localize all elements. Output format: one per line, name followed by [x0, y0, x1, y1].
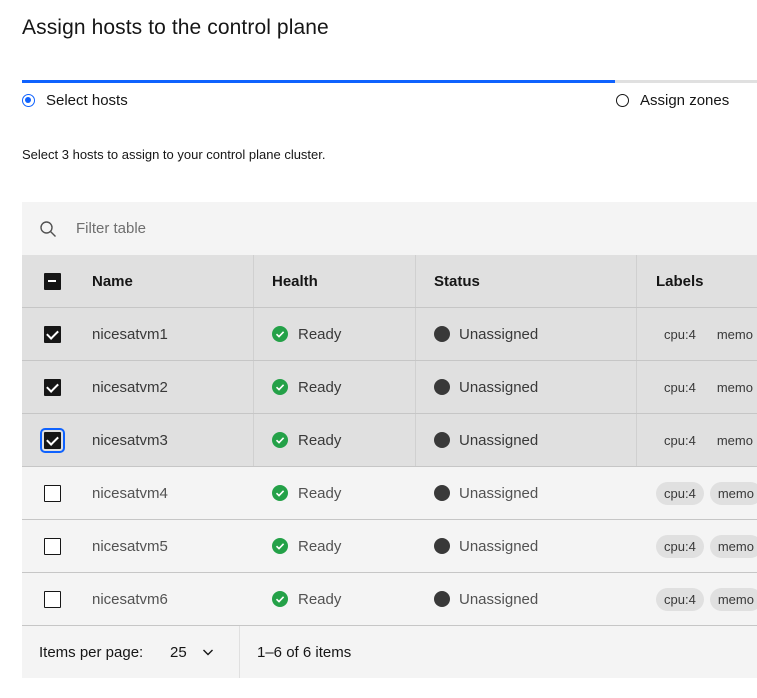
- status-dot-icon: [434, 591, 450, 607]
- health-text: Ready: [298, 325, 342, 343]
- label-tag: cpu:4: [656, 587, 704, 611]
- checkmark-filled-icon: [272, 379, 288, 395]
- checkmark-filled-icon: [272, 432, 288, 448]
- pagination-divider: [239, 626, 240, 678]
- step-assign-zones[interactable]: Assign zones: [616, 92, 729, 109]
- table-toolbar: [22, 202, 757, 255]
- table-row[interactable]: nicesatvm6 Ready Unassigned cpu:4 memo: [22, 573, 757, 626]
- label-tag: cpu:4: [664, 432, 696, 448]
- checkmark-filled-icon: [272, 591, 288, 607]
- table-row[interactable]: nicesatvm3 Ready Unassigned cpu:4 memo: [22, 414, 757, 467]
- column-header-status[interactable]: Status: [416, 255, 637, 307]
- row-checkbox[interactable]: [43, 378, 61, 396]
- table-row[interactable]: nicesatvm5 Ready Unassigned cpu:4 memo: [22, 520, 757, 573]
- status-text: Unassigned: [459, 325, 539, 343]
- status-text: Unassigned: [459, 484, 539, 502]
- search-icon: [40, 220, 56, 237]
- items-per-page-select[interactable]: 25: [170, 644, 215, 661]
- chevron-down-icon: [202, 649, 213, 656]
- label-tag: memo: [709, 534, 757, 558]
- row-checkbox[interactable]: [43, 484, 61, 502]
- status-text: Unassigned: [459, 431, 539, 449]
- items-per-page-label: Items per page:: [39, 643, 144, 661]
- step-label: Assign zones: [640, 92, 730, 109]
- select-all-checkbox[interactable]: [43, 272, 61, 290]
- label-tag: cpu:4: [664, 326, 696, 342]
- status-dot-icon: [434, 379, 450, 395]
- progress-fill: [22, 80, 615, 83]
- page-title: Assign hosts to the control plane: [22, 16, 329, 39]
- row-checkbox[interactable]: [39, 427, 65, 453]
- health-text: Ready: [298, 537, 342, 555]
- status-dot-icon: [434, 538, 450, 554]
- host-name: nicesatvm2: [82, 361, 254, 413]
- row-checkbox[interactable]: [43, 590, 61, 608]
- table-row[interactable]: nicesatvm2 Ready Unassigned cpu:4 memo: [22, 361, 757, 414]
- label-tag: cpu:4: [664, 379, 696, 395]
- step-current-icon: [22, 94, 35, 107]
- status-dot-icon: [434, 326, 450, 342]
- host-name: nicesatvm5: [92, 537, 168, 555]
- filter-table-input[interactable]: [74, 219, 478, 238]
- row-checkbox[interactable]: [43, 537, 61, 555]
- checkmark-filled-icon: [272, 485, 288, 501]
- health-text: Ready: [298, 484, 342, 502]
- label-tag: cpu:4: [656, 481, 704, 505]
- column-header-health[interactable]: Health: [254, 255, 416, 307]
- label-tag: memo: [709, 587, 757, 611]
- checkmark-filled-icon: [272, 326, 288, 342]
- host-name: nicesatvm4: [92, 484, 168, 502]
- step-incomplete-icon: [616, 94, 629, 107]
- hosts-table: Name Health Status Labels nicesatvm1 Rea…: [22, 202, 757, 678]
- health-text: Ready: [298, 431, 342, 449]
- status-dot-icon: [434, 432, 450, 448]
- table-row[interactable]: nicesatvm4 Ready Unassigned cpu:4 memo: [22, 467, 757, 520]
- checkmark-filled-icon: [272, 538, 288, 554]
- row-checkbox[interactable]: [43, 325, 61, 343]
- host-name: nicesatvm1: [82, 308, 254, 360]
- host-name: nicesatvm6: [92, 590, 168, 608]
- label-tag: cpu:4: [656, 534, 704, 558]
- step-label: Select hosts: [46, 92, 128, 109]
- status-text: Unassigned: [459, 378, 539, 396]
- column-header-name[interactable]: Name: [82, 255, 254, 307]
- label-tag: memo: [716, 379, 753, 395]
- table-header-row: Name Health Status Labels: [22, 255, 757, 308]
- pagination-range: 1–6 of 6 items: [257, 643, 352, 661]
- host-name: nicesatvm3: [82, 414, 254, 466]
- table-row[interactable]: nicesatvm1 Ready Unassigned cpu:4 memo: [22, 308, 757, 361]
- status-text: Unassigned: [459, 590, 539, 608]
- column-header-labels[interactable]: Labels: [637, 255, 757, 307]
- table-pagination: Items per page: 25 1–6 of 6 items: [22, 626, 757, 678]
- health-text: Ready: [298, 590, 342, 608]
- label-tag: memo: [716, 432, 753, 448]
- health-text: Ready: [298, 378, 342, 396]
- items-per-page-value: 25: [170, 643, 187, 661]
- page-description: Select 3 hosts to assign to your control…: [22, 147, 326, 162]
- status-text: Unassigned: [459, 537, 539, 555]
- label-tag: memo: [709, 481, 757, 505]
- step-select-hosts[interactable]: Select hosts: [22, 92, 128, 109]
- status-dot-icon: [434, 485, 450, 501]
- label-tag: memo: [716, 326, 753, 342]
